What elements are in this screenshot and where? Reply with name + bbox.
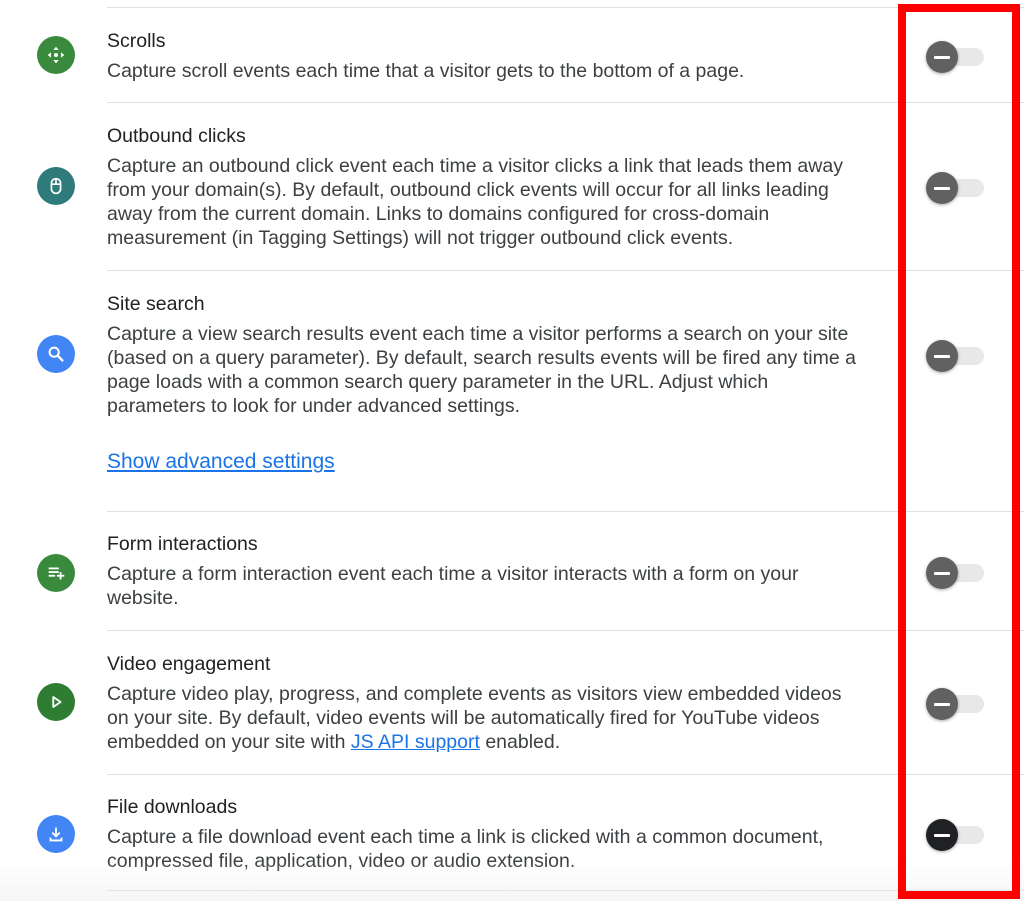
toggle-knob [926,172,958,204]
description-text: embedded on your site with [107,731,351,753]
scroll-icon [37,36,75,74]
form-interactions-toggle[interactable] [926,556,986,589]
event-description: Capture scroll events each time that a v… [107,59,907,83]
divider [107,774,1024,775]
description-line: away from the current domain. Links to d… [107,203,770,225]
description-line: from your domain(s). By default, outboun… [107,179,829,201]
download-icon [37,815,75,853]
mouse-icon [37,167,75,205]
divider [107,890,1024,891]
video-engagement-toggle[interactable] [926,687,986,720]
event-row-video-engagement: Video engagement Capture video play, pro… [0,652,1024,768]
event-row-file-downloads: File downloads Capture a file download e… [0,795,1024,885]
toggle-knob [926,819,958,851]
description-line: Capture a file download event each time … [107,826,824,848]
event-title: Scrolls [107,30,166,52]
scrolls-toggle[interactable] [926,40,986,73]
toggle-knob [926,688,958,720]
event-description: Capture a view search results event each… [107,322,907,418]
event-title: Form interactions [107,533,258,555]
description-line: Capture scroll events each time that a v… [107,60,745,82]
file-downloads-toggle[interactable] [926,818,986,851]
js-api-support-link[interactable]: JS API support [351,731,480,753]
description-line: (based on a query parameter). By default… [107,347,856,369]
event-row-outbound-clicks: Outbound clicks Capture an outbound clic… [0,124,1024,264]
description-line: website. [107,587,179,609]
divider [107,511,1024,512]
outbound-clicks-toggle[interactable] [926,171,986,204]
form-icon [37,554,75,592]
toggle-knob [926,557,958,589]
play-icon [37,683,75,721]
event-title: Outbound clicks [107,125,246,147]
show-advanced-settings-link[interactable]: Show advanced settings [107,449,335,475]
toggle-knob [926,41,958,73]
event-description: Capture a file download event each time … [107,825,907,873]
divider [107,102,1024,103]
toggle-knob [926,340,958,372]
event-title: Video engagement [107,653,271,675]
divider [107,630,1024,631]
event-description: Capture an outbound click event each tim… [107,154,907,250]
description-line: page loads with a common search query pa… [107,371,769,393]
search-icon [37,335,75,373]
event-description: Capture a form interaction event each ti… [107,562,907,610]
description-line: Capture a form interaction event each ti… [107,563,799,585]
description-line: Capture a view search results event each… [107,323,849,345]
description-line: measurement (in Tagging Settings) will n… [107,227,734,249]
event-description: Capture video play, progress, and comple… [107,682,907,754]
description-line: Capture an outbound click event each tim… [107,155,843,177]
description-line: on your site. By default, video events w… [107,707,820,729]
divider [107,7,1024,8]
description-line: compressed file, application, video or a… [107,850,576,872]
description-line: embedded on your site with JS API suppor… [107,730,907,754]
divider [107,270,1024,271]
description-line: Capture video play, progress, and comple… [107,683,842,705]
description-line: parameters to look for under advanced se… [107,395,520,417]
event-row-form-interactions: Form interactions Capture a form interac… [0,532,1024,622]
event-row-site-search: Site search Capture a view search result… [0,292,1024,502]
event-title: Site search [107,293,205,315]
event-row-scrolls: Scrolls Capture scroll events each time … [0,29,1024,99]
description-text: enabled. [479,731,561,753]
site-search-toggle[interactable] [926,339,986,372]
event-title: File downloads [107,796,238,818]
